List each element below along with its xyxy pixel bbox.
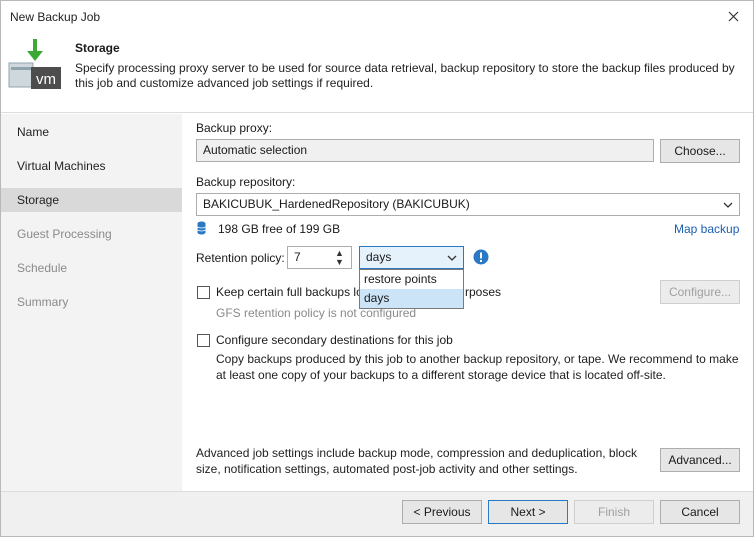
- keep-full-backups-checkbox[interactable]: [197, 286, 210, 299]
- finish-button: Finish: [574, 500, 654, 524]
- retention-stepper[interactable]: ▲ ▼: [330, 246, 352, 269]
- chevron-down-icon: ▼: [335, 257, 344, 267]
- advanced-button[interactable]: Advanced...: [660, 448, 740, 472]
- choose-proxy-button[interactable]: Choose...: [660, 139, 740, 163]
- retention-policy-label: Retention policy:: [196, 251, 285, 265]
- sidebar-item-summary: Summary: [17, 295, 69, 309]
- sidebar-item-guest-processing: Guest Processing: [17, 227, 112, 241]
- next-button[interactable]: Next >: [488, 500, 568, 524]
- previous-button[interactable]: < Previous: [402, 500, 482, 524]
- keep-full-backups-label-end: rposes: [465, 285, 502, 299]
- database-icon: [197, 221, 206, 235]
- cancel-button[interactable]: Cancel: [660, 500, 740, 524]
- close-button[interactable]: [723, 6, 743, 26]
- title-bar: New Backup Job: [1, 1, 753, 31]
- page-description: Specify processing proxy server to be us…: [75, 61, 735, 90]
- secondary-destinations-checkbox[interactable]: [197, 334, 210, 347]
- backup-proxy-label: Backup proxy:: [196, 121, 273, 135]
- backup-repository-select[interactable]: BAKICUBUK_HardenedRepository (BAKICUBUK): [196, 193, 740, 216]
- svg-text:vm: vm: [36, 71, 56, 88]
- window-title: New Backup Job: [10, 10, 101, 24]
- sidebar-item-name[interactable]: Name: [1, 120, 182, 144]
- backup-repository-value: BAKICUBUK_HardenedRepository (BAKICUBUK): [203, 197, 470, 211]
- chevron-down-icon: [447, 247, 457, 268]
- advanced-settings-description: Advanced job settings include backup mod…: [196, 446, 637, 476]
- map-backup-link[interactable]: Map backup: [674, 222, 739, 236]
- secondary-destinations-description: Copy backups produced by this job to ano…: [216, 352, 739, 382]
- retention-value: 7: [294, 250, 301, 264]
- retention-option-days[interactable]: days: [360, 289, 463, 308]
- keep-full-backups-label: Keep certain full backups lo: [216, 285, 363, 299]
- close-icon: [728, 11, 738, 21]
- retention-value-input[interactable]: 7: [287, 246, 331, 269]
- sidebar-item-schedule: Schedule: [17, 261, 68, 275]
- sidebar-item-storage[interactable]: Storage: [1, 188, 182, 212]
- backup-repository-label: Backup repository:: [196, 175, 296, 189]
- repository-free-space: 198 GB free of 199 GB: [218, 222, 341, 236]
- info-icon[interactable]: [473, 249, 489, 265]
- page-title: Storage: [75, 41, 120, 55]
- sidebar-item-virtual-machines[interactable]: Virtual Machines: [1, 154, 182, 178]
- secondary-destinations-label: Configure secondary destinations for thi…: [216, 333, 453, 347]
- retention-unit-value: days: [366, 250, 392, 264]
- retention-option-restore-points[interactable]: restore points: [360, 270, 463, 289]
- retention-unit-dropdown: restore points days: [359, 269, 464, 309]
- retention-unit-select[interactable]: days: [359, 246, 464, 269]
- wizard-header: vm Storage Specify processing proxy serv…: [1, 31, 753, 113]
- new-backup-job-window: New Backup Job vm Storage Specify proces…: [0, 0, 754, 537]
- chevron-down-icon: [723, 194, 733, 215]
- wizard-steps-sidebar: Name Virtual Machines Storage Guest Proc…: [1, 114, 182, 491]
- configure-gfs-button: Configure...: [660, 280, 740, 304]
- backup-proxy-field: Automatic selection: [196, 139, 654, 162]
- vm-backup-icon: vm: [8, 39, 61, 89]
